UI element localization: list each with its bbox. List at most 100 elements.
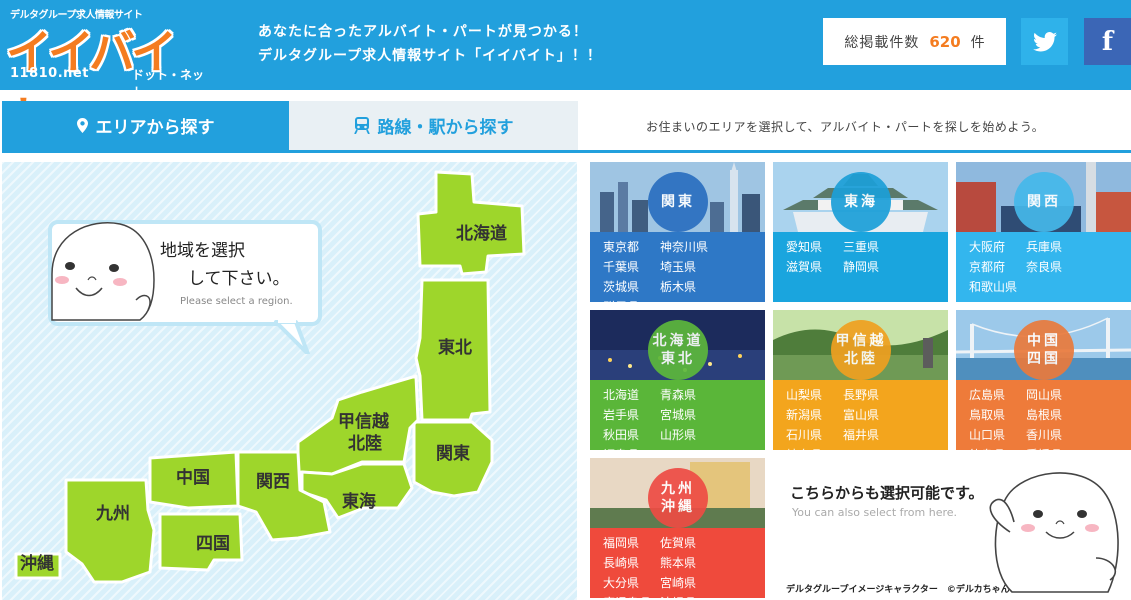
- prefecture-link[interactable]: 広島県: [969, 386, 1016, 404]
- badge-line: 九州: [661, 481, 695, 497]
- prefecture-link[interactable]: 山口県: [969, 426, 1016, 444]
- prefecture-link[interactable]: 徳島県: [969, 446, 1016, 450]
- prefecture-link[interactable]: 宮崎県: [660, 574, 707, 592]
- chugoku-shikoku-badge: 中国 四国: [1014, 320, 1074, 380]
- badge-line: 甲信越: [835, 333, 887, 349]
- region-label-koshinetsu[interactable]: 甲信越: [338, 412, 389, 432]
- alt-select-title: こちらからも選択可能です。: [790, 484, 984, 502]
- prefecture-link[interactable]: 大分県: [603, 574, 650, 592]
- region-card-kyushu-okinawa[interactable]: 九州沖縄 福岡県佐賀県長崎県熊本県大分県宮崎県鹿児島県 沖縄県: [590, 458, 765, 598]
- prefecture-link[interactable]: 佐賀県: [660, 534, 707, 552]
- tab-instruction: お住まいのエリアを選択して、アルバイト・パートを探しを始めよう。: [646, 120, 1045, 134]
- tab-area-search[interactable]: エリアから探す: [2, 101, 289, 150]
- train-icon: [353, 117, 370, 134]
- prefecture-link[interactable]: 北海道: [603, 386, 650, 404]
- region-card-tokai[interactable]: 東海 愛知県 三重県 滋賀県 静岡県: [773, 162, 948, 302]
- prefecture-link[interactable]: 大阪府: [969, 238, 1016, 256]
- prefecture-link[interactable]: 京都府: [969, 258, 1016, 276]
- kyushu-okinawa-prefecture-list: 福岡県佐賀県長崎県熊本県大分県宮崎県鹿児島県 沖縄県: [590, 528, 765, 598]
- prefecture-link[interactable]: 埼玉県: [660, 258, 707, 276]
- twitter-button[interactable]: [1021, 18, 1068, 65]
- header-tagline: あなたに合ったアルバイト・パートが見つかる！ デルタグループ求人情報サイト「イイ…: [258, 20, 602, 68]
- region-label-okinawa[interactable]: 沖縄: [20, 554, 54, 574]
- prefecture-link[interactable]: 宮城県: [660, 406, 707, 424]
- prefecture-link[interactable]: 山形県: [660, 426, 707, 444]
- region-label-hokuriku[interactable]: 北陸: [348, 434, 382, 454]
- prefecture-link[interactable]: 秋田県: [603, 426, 650, 444]
- tagline-line-2: デルタグループ求人情報サイト「イイバイト」！！: [258, 48, 602, 64]
- tab-line-search[interactable]: 路線・駅から探す: [289, 101, 578, 150]
- prefecture-link[interactable]: 新潟県: [786, 406, 833, 424]
- prefecture-link[interactable]: 山梨県: [786, 386, 833, 404]
- region-label-chugoku[interactable]: 中国: [176, 468, 210, 488]
- prefecture-link[interactable]: 岐阜県: [786, 446, 833, 450]
- total-listings-count: 620: [929, 32, 961, 51]
- prefecture-link[interactable]: 和歌山県: [969, 278, 1017, 296]
- prefecture-link[interactable]: 栃木県: [660, 278, 707, 296]
- prefecture-link[interactable]: 鹿児島県: [603, 594, 651, 598]
- region-card-hokkaido-tohoku[interactable]: 北海道東北 北海道青森県岩手県宮城県秋田県山形県福島県: [590, 310, 765, 450]
- region-label-tohoku[interactable]: 東北: [438, 338, 472, 358]
- badge-line: 北海道: [652, 333, 704, 349]
- badge-line: 四国: [1027, 351, 1061, 367]
- koshinetsu-hokuriku-prefecture-list: 山梨県長野県新潟県富山県石川県福井県岐阜県: [773, 380, 948, 450]
- region-label-shikoku[interactable]: 四国: [196, 534, 230, 554]
- prefecture-link[interactable]: 石川県: [786, 426, 833, 444]
- prefecture-link[interactable]: 沖縄県: [660, 594, 707, 598]
- prefecture-link[interactable]: 島根県: [1026, 406, 1073, 424]
- kanto-badge: 関東: [648, 172, 708, 232]
- tokai-prefecture-list: 愛知県 三重県 滋賀県 静岡県: [773, 232, 948, 302]
- region-label-kanto[interactable]: 関東: [436, 444, 470, 464]
- prefecture-link[interactable]: 茨城県: [603, 278, 650, 296]
- prefecture-link[interactable]: 奈良県: [1026, 258, 1073, 276]
- badge-line: 北陸: [844, 351, 878, 367]
- prefecture-link[interactable]: 静岡県: [843, 258, 890, 276]
- region-label-kyushu[interactable]: 九州: [96, 504, 130, 524]
- map-region-kyushu[interactable]: [64, 478, 156, 584]
- logo-domain: 11810.net: [10, 66, 89, 81]
- map-region-hokkaido[interactable]: [416, 170, 526, 276]
- badge-line: 関東: [661, 194, 695, 210]
- prefecture-link[interactable]: 群馬県: [603, 298, 650, 302]
- prefecture-link[interactable]: 富山県: [843, 406, 890, 424]
- prefecture-link[interactable]: 福島県: [603, 446, 650, 450]
- badge-line: 東北: [661, 351, 695, 367]
- site-logo[interactable]: デルタグループ求人情報サイト イイバイト 11810.net ドット・ネット: [4, 4, 214, 145]
- prefecture-link[interactable]: 岡山県: [1026, 386, 1073, 404]
- mascot-waving-icon: [989, 472, 1119, 593]
- kanto-prefecture-list: 東京都神奈川県千葉県埼玉県茨城県栃木県群馬県: [590, 232, 765, 302]
- prefecture-link[interactable]: 香川県: [1026, 426, 1073, 444]
- prefecture-link[interactable]: 長野県: [843, 386, 890, 404]
- prefecture-link[interactable]: 千葉県: [603, 258, 650, 276]
- kansai-badge: 関西: [1014, 172, 1074, 232]
- site-header: デルタグループ求人情報サイト イイバイト 11810.net ドット・ネット あ…: [0, 0, 1131, 145]
- prefecture-link[interactable]: 福井県: [843, 426, 890, 444]
- facebook-icon: f: [1101, 26, 1114, 57]
- mascot-credit: デルタグループイメージキャラクター ©デルカちゃん: [786, 585, 1010, 595]
- region-label-hokkaido[interactable]: 北海道: [456, 224, 507, 244]
- prefecture-link[interactable]: 青森県: [660, 386, 707, 404]
- region-label-tokai[interactable]: 東海: [342, 492, 376, 512]
- region-card-kansai[interactable]: 関西 大阪府 兵庫県 京都府 奈良県 和歌山県: [956, 162, 1131, 302]
- prefecture-link[interactable]: 兵庫県: [1026, 238, 1073, 256]
- prefecture-link[interactable]: 三重県: [843, 238, 890, 256]
- twitter-icon: [1032, 31, 1057, 51]
- prefecture-link[interactable]: 東京都: [603, 238, 650, 256]
- prefecture-link[interactable]: 神奈川県: [660, 238, 708, 256]
- prefecture-link[interactable]: 滋賀県: [786, 258, 833, 276]
- region-card-kanto[interactable]: 関東 東京都神奈川県千葉県埼玉県茨城県栃木県群馬県: [590, 162, 765, 302]
- prefecture-link[interactable]: 熊本県: [660, 554, 707, 572]
- facebook-button[interactable]: f: [1084, 18, 1131, 65]
- search-tabs: エリアから探す 路線・駅から探す お住まいのエリアを選択して、アルバイト・パート…: [2, 101, 1131, 153]
- prefecture-link[interactable]: 岩手県: [603, 406, 650, 424]
- region-label-kansai[interactable]: 関西: [256, 472, 290, 492]
- tab-line-label: 路線・駅から探す: [377, 118, 514, 138]
- prefecture-link[interactable]: 愛知県: [786, 238, 833, 256]
- prefecture-link[interactable]: 愛媛県: [1026, 446, 1073, 450]
- prefecture-link[interactable]: 長崎県: [603, 554, 650, 572]
- region-card-koshinetsu-hokuriku[interactable]: 甲信越北陸 山梨県長野県新潟県富山県石川県福井県岐阜県: [773, 310, 948, 450]
- prefecture-link[interactable]: 鳥取県: [969, 406, 1016, 424]
- badge-line: 東海: [844, 194, 878, 210]
- region-card-chugoku-shikoku[interactable]: 中国四国 広島県岡山県鳥取県島根県山口県香川県徳島県愛媛県高知県: [956, 310, 1131, 450]
- prefecture-link[interactable]: 福岡県: [603, 534, 650, 552]
